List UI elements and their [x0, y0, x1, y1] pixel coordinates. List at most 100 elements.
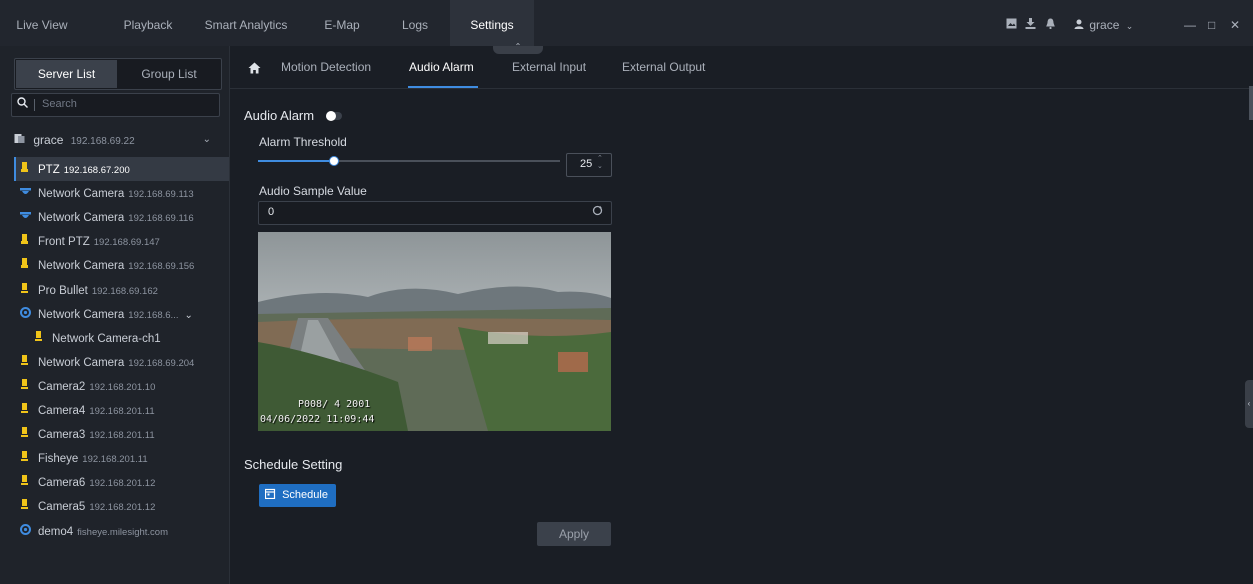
- device-item[interactable]: Fisheye 192.168.201.11: [14, 446, 229, 470]
- chevron-down-icon[interactable]: ⌄: [184, 310, 192, 321]
- device-ip: 192.168.6...: [128, 309, 179, 321]
- image-icon[interactable]: [1006, 0, 1017, 46]
- device-item[interactable]: Network Camera 192.168.69.113: [14, 181, 229, 205]
- download-icon[interactable]: [1025, 0, 1036, 46]
- minimize-icon[interactable]: —: [1184, 0, 1196, 46]
- user-name: grace: [1089, 18, 1120, 32]
- tab-settings[interactable]: Settings: [450, 0, 534, 46]
- audio-alarm-toggle[interactable]: [326, 111, 342, 121]
- device-item[interactable]: Camera3 192.168.201.11: [14, 422, 229, 446]
- bullet-camera-icon: [20, 399, 30, 423]
- tab-logs[interactable]: Logs: [390, 0, 440, 46]
- tab-motion-detection[interactable]: Motion Detection: [281, 60, 371, 74]
- list-segment-control: Server List Group List: [14, 58, 222, 90]
- bell-icon[interactable]: [1045, 0, 1056, 46]
- device-ip: 192.168.69.162: [91, 285, 158, 297]
- tab-live-view[interactable]: Live View: [0, 0, 84, 46]
- ptz-icon: [20, 158, 30, 182]
- active-tab-underline: [408, 86, 478, 88]
- slider-handle[interactable]: [328, 156, 339, 166]
- search-input[interactable]: Search: [11, 93, 220, 117]
- tab-external-output[interactable]: External Output: [622, 60, 705, 74]
- device-name: demo4: [38, 525, 74, 538]
- device-name: Camera5: [38, 501, 86, 514]
- device-ip: 192.168.67.200: [63, 165, 130, 176]
- audio-sample-field[interactable]: 0: [258, 201, 612, 225]
- refresh-icon[interactable]: [592, 205, 603, 219]
- server-icon: [14, 130, 28, 150]
- scrollbar[interactable]: [1249, 86, 1253, 120]
- camera-preview: P008/ 4 2001 04/06/2022 11:09:44: [258, 232, 611, 431]
- device-item[interactable]: Pro Bullet 192.168.69.162: [14, 278, 229, 302]
- server-node[interactable]: grace 192.168.69.22 ⌄: [14, 130, 219, 150]
- device-item[interactable]: PTZ 192.168.67.200: [14, 157, 229, 181]
- device-ip: 192.168.69.116: [128, 213, 194, 225]
- audio-sample-value: 0: [268, 206, 275, 218]
- device-item[interactable]: Network Camera 192.168.6... ⌄: [14, 302, 229, 326]
- device-name: Camera3: [38, 429, 86, 442]
- device-ip: 192.168.69.113: [128, 189, 194, 201]
- device-item[interactable]: Network Camera-ch1: [14, 326, 229, 350]
- schedule-button-label: Schedule: [282, 489, 328, 501]
- device-ip: 192.168.201.11: [89, 406, 155, 417]
- chevron-down-icon: ⌄: [1125, 21, 1134, 31]
- selection-indicator: [14, 157, 16, 181]
- slider-fill: [258, 160, 334, 162]
- device-ip: 192.168.69.156: [128, 261, 195, 273]
- top-navigation-bar: Live View Playback Smart Analytics E-Map…: [0, 0, 1253, 46]
- device-item[interactable]: Camera2 192.168.201.10: [14, 374, 229, 398]
- device-name: Network Camera: [38, 212, 125, 225]
- fisheye-icon: [20, 303, 31, 327]
- search-placeholder: Search: [42, 98, 77, 110]
- device-item[interactable]: Network Camera 192.168.69.116: [14, 205, 229, 229]
- device-ip: 192.168.69.147: [93, 237, 160, 249]
- device-item[interactable]: Front PTZ 192.168.69.147: [14, 229, 229, 253]
- tab-server-list[interactable]: Server List: [16, 60, 117, 88]
- device-ip: 192.168.201.11: [89, 430, 155, 442]
- stepper-arrows-icon[interactable]: ⌃ ⌄: [597, 155, 603, 171]
- side-panel-toggle[interactable]: ‹: [1245, 380, 1253, 428]
- tab-external-input[interactable]: External Input: [512, 60, 586, 74]
- tab-playback[interactable]: Playback: [110, 0, 186, 46]
- device-name: Camera4: [38, 405, 86, 417]
- tab-group-list[interactable]: Group List: [118, 60, 220, 88]
- chevron-down-icon[interactable]: ⌄: [203, 130, 211, 150]
- bullet-camera-icon: [20, 471, 30, 495]
- search-icon: [17, 97, 28, 111]
- device-ip: 192.168.201.12: [89, 478, 156, 490]
- alarm-threshold-value: 25: [580, 158, 593, 170]
- sidebar: Server List Group List Search grace 192.…: [0, 46, 230, 584]
- schedule-setting-label: Schedule Setting: [244, 457, 343, 472]
- home-icon[interactable]: [248, 61, 261, 77]
- user-icon: [1074, 18, 1087, 32]
- user-menu[interactable]: grace ⌄: [1074, 0, 1133, 46]
- device-item[interactable]: demo4 fisheye.milesight.com: [14, 519, 229, 543]
- apply-button[interactable]: Apply: [537, 522, 611, 546]
- schedule-button[interactable]: Schedule: [259, 484, 336, 507]
- device-item[interactable]: Network Camera 192.168.69.204: [14, 350, 229, 374]
- bullet-camera-icon: [20, 375, 30, 399]
- device-name: PTZ: [38, 164, 60, 176]
- device-item[interactable]: Network Camera 192.168.69.156: [14, 253, 229, 277]
- bullet-camera-icon: [20, 447, 30, 471]
- device-ip: 192.168.201.10: [89, 381, 156, 393]
- dome-camera-icon: [20, 182, 31, 206]
- device-ip: 192.168.69.204: [128, 357, 195, 369]
- device-name: Network Camera-ch1: [52, 332, 161, 345]
- tab-audio-alarm[interactable]: Audio Alarm: [409, 60, 474, 74]
- device-item[interactable]: Camera4 192.168.201.11: [14, 398, 229, 422]
- device-name: Front PTZ: [38, 236, 90, 249]
- device-ip: 192.168.201.11: [82, 454, 148, 466]
- ptz-icon: [20, 230, 30, 254]
- settings-subtabs: Motion Detection Audio Alarm External In…: [230, 46, 1253, 89]
- tab-smart-analytics[interactable]: Smart Analytics: [196, 0, 296, 46]
- ptz-icon: [20, 254, 30, 278]
- bullet-camera-icon: [20, 423, 30, 447]
- alarm-threshold-stepper[interactable]: 25 ⌃ ⌄: [566, 153, 612, 177]
- device-item[interactable]: Camera6 192.168.201.12: [14, 470, 229, 494]
- device-ip: fisheye.milesight.com: [77, 526, 168, 538]
- tab-e-map[interactable]: E-Map: [312, 0, 372, 46]
- close-icon[interactable]: ✕: [1230, 0, 1240, 46]
- maximize-icon[interactable]: □: [1208, 0, 1215, 46]
- device-item[interactable]: Camera5 192.168.201.12: [14, 494, 229, 518]
